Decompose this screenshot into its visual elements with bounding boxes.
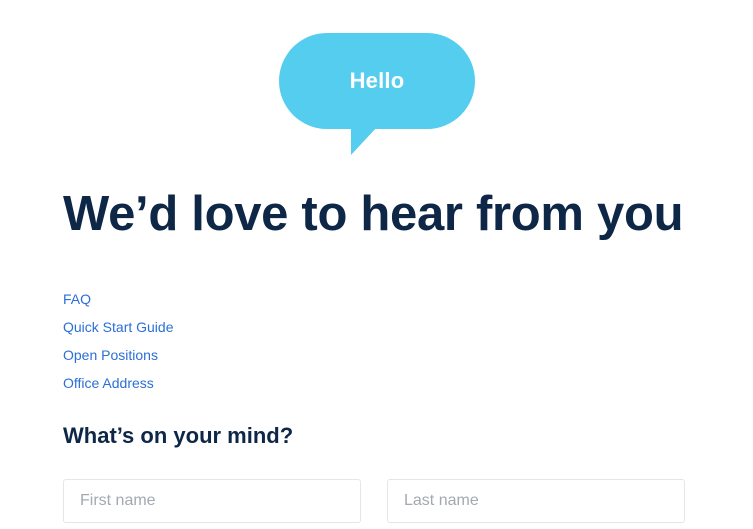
help-links: FAQ Quick Start Guide Open Positions Off… bbox=[63, 289, 174, 401]
speech-bubble-tail bbox=[351, 127, 377, 155]
last-name-input[interactable] bbox=[387, 479, 685, 523]
quick-start-guide-link[interactable]: Quick Start Guide bbox=[63, 319, 174, 335]
help-link-item: Open Positions bbox=[63, 345, 174, 373]
help-link-item: Quick Start Guide bbox=[63, 317, 174, 345]
contact-page: Hello We’d love to hear from you FAQ Qui… bbox=[0, 0, 753, 529]
speech-bubble-body: Hello bbox=[279, 33, 475, 129]
page-title: We’d love to hear from you bbox=[63, 187, 684, 241]
help-link-item: FAQ bbox=[63, 289, 174, 317]
form-title: What’s on your mind? bbox=[63, 423, 294, 448]
speech-bubble: Hello bbox=[279, 33, 475, 158]
faq-link[interactable]: FAQ bbox=[63, 291, 91, 307]
help-link-item: Office Address bbox=[63, 373, 174, 401]
speech-bubble-text: Hello bbox=[349, 68, 405, 93]
first-name-input[interactable] bbox=[63, 479, 361, 523]
office-address-link[interactable]: Office Address bbox=[63, 375, 154, 391]
open-positions-link[interactable]: Open Positions bbox=[63, 347, 158, 363]
